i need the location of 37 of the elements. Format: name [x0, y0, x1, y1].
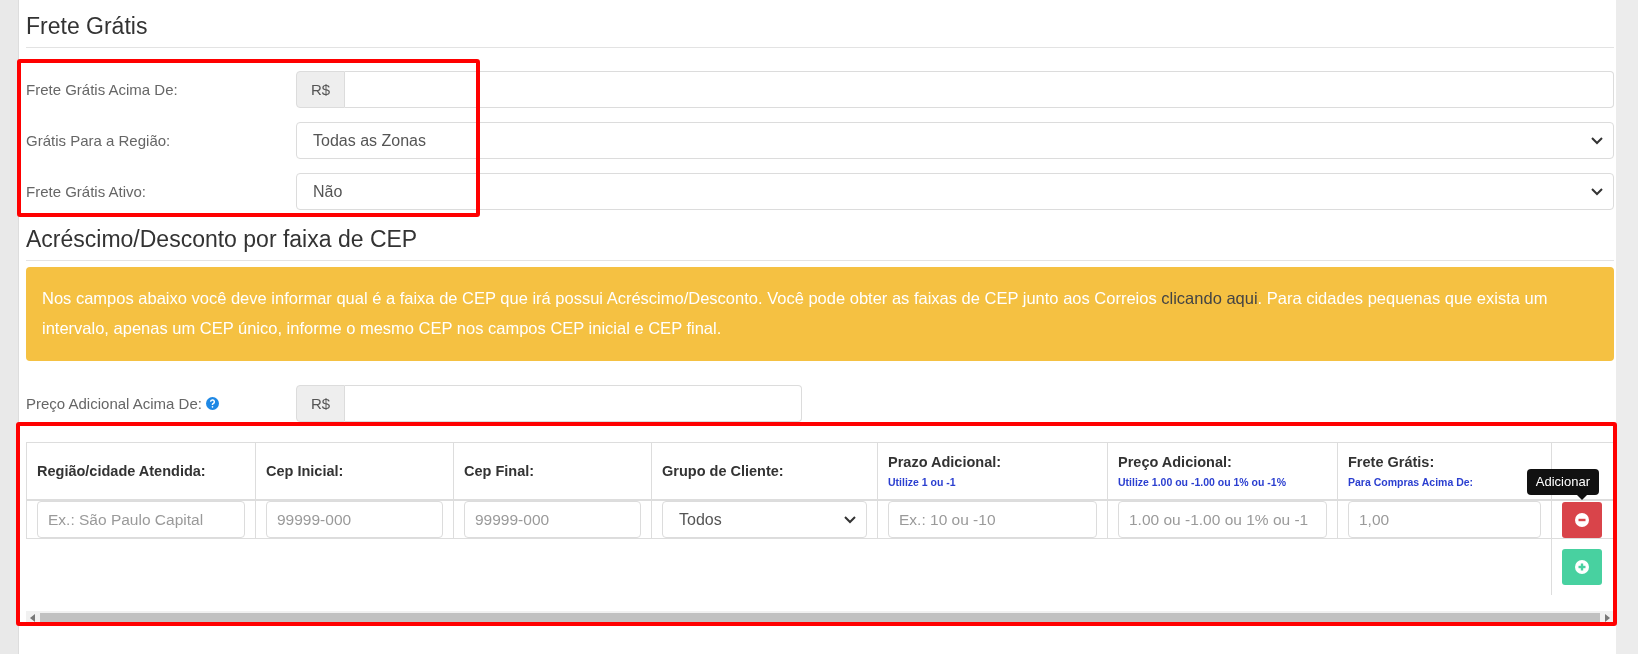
link[interactable]: clicando aqui	[1161, 289, 1258, 307]
text-field[interactable]: Ex.: 10 ou -10	[888, 501, 1097, 538]
tooltip: Adicionar	[1526, 469, 1599, 495]
text-field[interactable]: 1,00	[1348, 501, 1541, 538]
column-header: Prazo Adicional:	[888, 454, 1003, 470]
text-field[interactable]: 1.00 ou -1.00 ou 1% ou -1	[1118, 501, 1327, 538]
column-header: Cep Inicial:	[266, 463, 345, 479]
help-icon[interactable]	[205, 397, 219, 410]
text-field[interactable]: 99999-000	[464, 501, 641, 538]
scroll-right-icon[interactable]	[1605, 613, 1611, 622]
field-label: Frete Grátis Ativo:	[26, 183, 147, 200]
column-header: Frete Grátis:	[1348, 454, 1436, 470]
info-alert-text: Nos campos abaixo você deve informar qual é a faixa de CEP que irá possui Acréscimo/Desconto. Você pode obter as faixas de CEP junto aos Correios clicando aqui. Para cidades pequenas que exista um intervalo, apenas um CEP único, informe o mesmo CEP nos campos CEP inicial e CEP final.	[42, 288, 1549, 339]
field-label: Frete Grátis Acima De:	[26, 81, 178, 98]
section-title: Frete Grátis	[26, 13, 149, 40]
dropdown[interactable]: Todas as Zonas	[296, 122, 1614, 159]
section-title: Acréscimo/Desconto por faixa de CEP	[26, 226, 419, 253]
remove-button[interactable]	[1562, 501, 1602, 538]
field-label: Preço Adicional Acima De:	[26, 395, 202, 412]
column-hint: Utilize 1.00 ou -1.00 ou 1% ou -1%	[1118, 476, 1288, 488]
field-label: Grátis Para a Região:	[26, 132, 171, 149]
minus-circle-icon	[1575, 512, 1589, 527]
scroll-left-icon[interactable]	[29, 613, 35, 622]
column-hint: Utilize 1 ou -1	[888, 476, 957, 488]
chevron-down-icon	[1591, 187, 1603, 196]
chevron-down-icon	[844, 515, 856, 524]
column-header: Grupo de Cliente:	[662, 463, 785, 479]
tooltip-pointer	[1577, 495, 1587, 500]
text-field[interactable]: Ex.: São Paulo Capital	[37, 501, 245, 538]
column-header: Região/cidade Atendida:	[37, 463, 207, 479]
dropdown[interactable]: Não	[296, 173, 1614, 210]
plus-circle-icon	[1575, 560, 1589, 574]
dropdown[interactable]: Todos	[662, 501, 867, 538]
chevron-down-icon	[1591, 136, 1603, 145]
text-field[interactable]: 99999-000	[266, 501, 443, 538]
column-header: Cep Final:	[464, 463, 536, 479]
column-header: Preço Adicional:	[1118, 454, 1233, 470]
